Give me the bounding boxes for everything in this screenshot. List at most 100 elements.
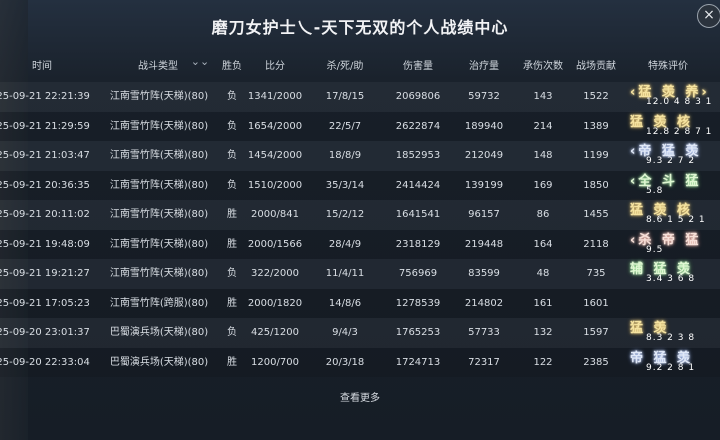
row-time: 025-09-21 21:03:47 [0,150,90,161]
row-contrib: 1522 [583,91,609,102]
row-score: 1454/2000 [247,150,303,161]
row-heal: 212049 [464,150,504,161]
row-damage: 2069806 [395,91,441,102]
table-row[interactable]: 025-09-21 19:48:09 江南雪竹阵(天梯)(80) 胜 2000/156… [0,229,720,259]
row-kda: 20/3/18 [325,356,365,368]
row-result: 胜 [227,356,237,368]
row-damage: 1278539 [395,297,441,309]
evaluation-score: 12.0 4 8 3 1 [646,97,713,107]
filter-chevron-icon[interactable]: ⌄⌄ [190,55,210,68]
table-header: 时间 战斗类型 ⌄⌄ 胜负 比分 杀/死/助 伤害量 治疗量 承伤次数 战场贡献… [0,52,720,74]
row-hits: 86 [536,209,550,220]
row-result: 负 [227,179,237,191]
row-battle-type: 巴蜀演兵场(天梯)(80) [109,327,209,338]
row-damage: 2622874 [395,120,441,132]
row-damage: 756969 [398,268,438,279]
row-damage: 1852953 [395,150,441,161]
row-hits: 143 [533,91,553,102]
row-time: 025-09-21 19:21:27 [0,268,90,279]
table-row[interactable]: 025-09-21 19:21:27 江南雪竹阵(天梯)(80) 负 322/2000… [0,259,720,289]
row-battle-type: 江南雪竹阵(天梯)(80) [109,120,209,132]
row-score: 1200/700 [251,356,299,368]
evaluation-score: 3.4 3 6 8 [646,274,696,284]
special-evaluation [624,289,716,319]
row-battle-type: 巴蜀演兵场(天梯)(80) [109,356,209,368]
row-hits: 214 [533,120,553,132]
table-row[interactable]: 025-09-21 20:11:02 江南雪竹阵(天梯)(80) 胜 2000/841… [0,200,720,230]
table-row[interactable]: 025-09-20 22:33:04 巴蜀演兵场(天梯)(80) 胜 1200/700… [0,347,720,378]
row-contrib: 1601 [583,297,609,309]
row-hits: 161 [533,297,553,309]
row-battle-type: 江南雪竹阵(天梯)(80) [109,209,209,220]
row-time: 025-09-20 23:01:37 [0,327,90,338]
row-time: 025-09-21 20:36:35 [0,179,90,191]
header-hits: 承伤次数 [523,61,563,72]
row-time: 025-09-21 22:21:39 [0,91,90,102]
row-kda: 17/8/15 [325,91,365,102]
evaluation-score: 9.3 2 7 2 [646,156,696,166]
evaluation-score: 12.8 2 8 7 1 [646,126,713,137]
panel-title: 磨刀女护士乀-天下无双的个人战绩中心 [211,18,509,37]
row-heal: 214802 [464,297,504,309]
header-heal: 治疗量 [469,61,499,72]
row-hits: 132 [533,327,553,338]
table-row[interactable]: 025-09-21 21:29:59 江南雪竹阵(天梯)(80) 负 1654/200… [0,111,720,142]
row-contrib: 2385 [583,356,609,368]
row-result: 负 [227,91,237,102]
table-row[interactable]: 025-09-21 21:03:47 江南雪竹阵(天梯)(80) 负 1454/200… [0,141,720,171]
row-damage: 2414424 [395,179,441,191]
row-contrib: 2118 [583,238,609,250]
row-score: 1341/2000 [247,91,303,102]
row-kda: 9/4/3 [332,327,358,338]
row-heal: 189940 [464,120,504,132]
special-evaluation: 辅 猛 羡 3.4 3 6 8 [624,259,716,289]
evaluation-badge: ‹全 斗 猛 [630,173,702,189]
table-row[interactable]: 025-09-20 23:01:37 巴蜀演兵场(天梯)(80) 负 425/1200… [0,318,720,348]
row-result: 负 [227,327,237,338]
row-hits: 122 [533,356,553,368]
row-damage: 1724713 [395,356,441,368]
special-evaluation: ‹猛 羡 养› 12.0 4 8 3 1 [624,82,716,112]
row-result: 负 [227,120,237,132]
row-contrib: 1850 [583,179,609,191]
row-contrib: 1199 [583,150,609,161]
special-evaluation: 猛 羡 8.3 2 3 8 [624,318,716,348]
row-battle-type: 江南雪竹阵(天梯)(80) [109,179,209,191]
row-damage: 1765253 [395,327,441,338]
header-time: 时间 [32,61,52,72]
row-result: 负 [227,150,237,161]
evaluation-score: 5.8 [646,185,664,196]
row-hits: 148 [533,150,553,161]
table-row[interactable]: 025-09-21 22:21:39 江南雪竹阵(天梯)(80) 负 1341/200… [0,82,720,112]
row-result: 胜 [227,297,237,309]
evaluation-score: 8.3 2 3 8 [646,333,696,343]
header-result: 胜负 [222,61,242,72]
row-score: 425/1200 [251,327,299,338]
table-row[interactable]: 025-09-21 17:05:23 江南雪竹阵(跨服)(80) 胜 2000/182… [0,288,720,319]
record-panel: 磨刀女护士乀-天下无双的个人战绩中心 × 时间 战斗类型 ⌄⌄ 胜负 比分 杀/… [0,0,720,440]
row-battle-type: 江南雪竹阵(天梯)(80) [109,238,209,250]
header-score: 比分 [265,61,285,72]
row-kda: 11/4/11 [325,268,365,279]
row-contrib: 1389 [583,120,609,132]
table-row[interactable]: 025-09-21 20:36:35 江南雪竹阵(天梯)(80) 负 1510/200… [0,170,720,200]
row-heal: 219448 [464,238,504,250]
row-kda: 18/8/9 [328,150,362,161]
header-contrib: 战场贡献 [576,61,616,72]
row-time: 025-09-21 17:05:23 [0,297,90,309]
row-contrib: 1455 [583,209,609,220]
row-hits: 164 [533,238,553,250]
row-contrib: 1597 [583,327,609,338]
row-contrib: 735 [586,268,606,279]
close-icon[interactable]: × [697,4,720,28]
special-evaluation: 猛 羡 核 12.8 2 8 7 1 [624,112,716,142]
special-evaluation: 猛 羡 核 8.6 1 5 2 1 [624,200,716,230]
header-special: 特殊评价 [648,61,688,72]
evaluation-score: 9.2 2 8 1 [646,362,696,373]
evaluation-score: 8.6 1 5 2 1 [646,215,706,225]
row-result: 胜 [227,238,237,250]
row-hits: 48 [536,268,550,279]
row-result: 负 [227,268,237,279]
special-evaluation: 帝 猛 羡 9.2 2 8 1 [624,348,716,378]
view-more-button[interactable]: 查看更多 [0,389,720,404]
